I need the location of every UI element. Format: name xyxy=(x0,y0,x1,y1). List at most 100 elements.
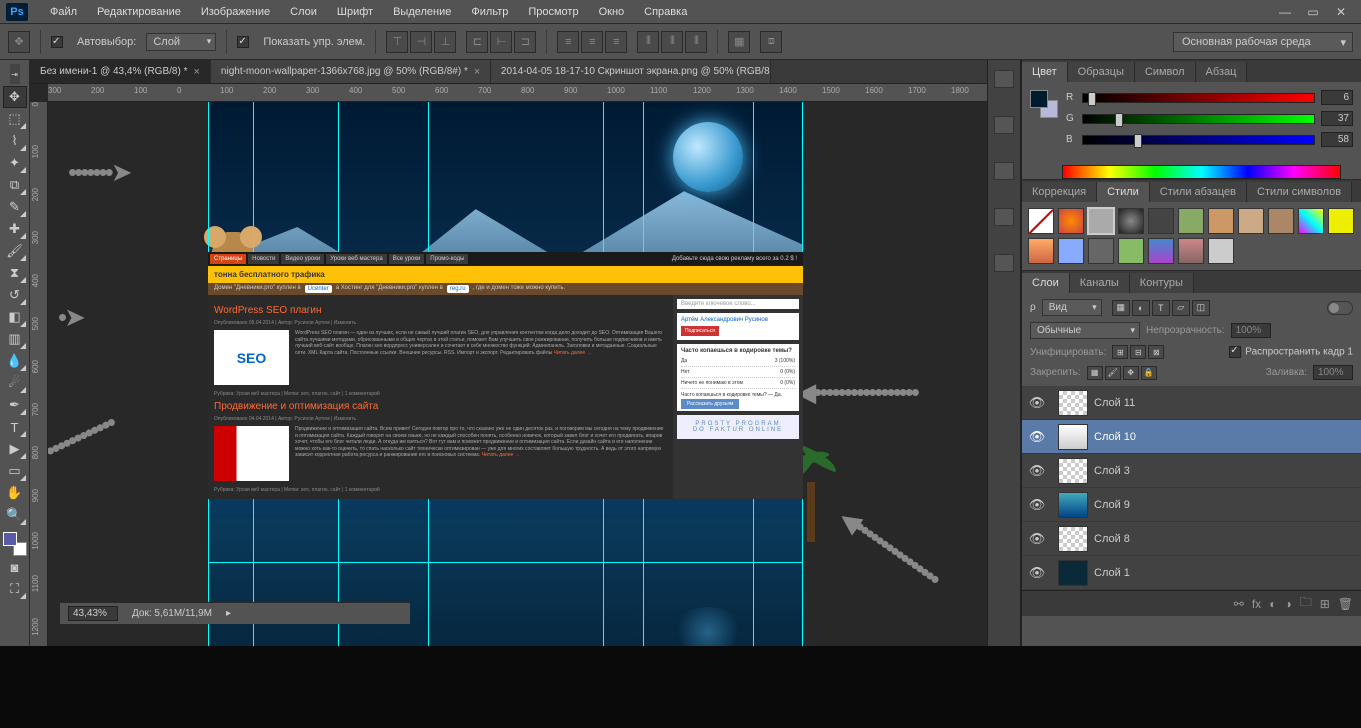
lasso-tool[interactable]: ⌇ xyxy=(3,130,27,152)
tab-layers[interactable]: Слои xyxy=(1022,273,1070,293)
hand-tool[interactable]: ✋ xyxy=(3,482,27,504)
marquee-tool[interactable]: ⬚ xyxy=(3,108,27,130)
history-panel-icon[interactable] xyxy=(994,70,1014,88)
style-swatch[interactable] xyxy=(1328,208,1354,234)
fill-value[interactable]: 100% xyxy=(1313,365,1353,380)
style-swatch[interactable] xyxy=(1088,208,1114,234)
gradient-tool[interactable]: ▥ xyxy=(3,328,27,350)
dist-left-icon[interactable]: ⦀ xyxy=(637,31,659,53)
r-value[interactable]: 6 xyxy=(1321,90,1353,105)
b-slider[interactable] xyxy=(1082,135,1315,145)
filter-type-icon[interactable]: T xyxy=(1152,300,1170,316)
menu-image[interactable]: Изображение xyxy=(191,2,280,22)
tab-color[interactable]: Цвет xyxy=(1022,62,1068,82)
fg-color-swatch[interactable] xyxy=(1030,90,1048,108)
guide[interactable] xyxy=(208,562,803,563)
r-slider[interactable] xyxy=(1082,93,1315,103)
propagate-checkbox[interactable] xyxy=(1229,346,1241,358)
shape-tool[interactable]: ▭ xyxy=(3,460,27,482)
dist-top-icon[interactable]: ≡ xyxy=(557,31,579,53)
zoom-tool[interactable]: 🔍 xyxy=(3,504,27,526)
autoselect-checkbox[interactable] xyxy=(51,36,63,48)
workspace-dropdown[interactable]: Основная рабочая среда xyxy=(1173,32,1353,52)
layer-row[interactable]: 👁 Слой 10 xyxy=(1022,420,1361,454)
layer-row[interactable]: 👁Слой 8 xyxy=(1022,522,1361,556)
close-icon[interactable]: × xyxy=(474,66,480,78)
group-icon[interactable]: 🗀 xyxy=(1300,593,1312,614)
new-layer-icon[interactable]: ⊞ xyxy=(1320,597,1330,611)
document-tab[interactable]: night-moon-wallpaper-1366x768.jpg @ 50% … xyxy=(211,60,491,83)
path-select-tool[interactable]: ▶ xyxy=(3,438,27,460)
style-swatch[interactable] xyxy=(1088,238,1114,264)
lock-pixel-icon[interactable]: 🖌 xyxy=(1105,366,1121,380)
unify-vis-icon[interactable]: ⊟ xyxy=(1130,345,1146,359)
filter-adjust-icon[interactable]: ◐ xyxy=(1132,300,1150,316)
move-tool[interactable]: ✥ xyxy=(3,86,27,108)
move-tool-icon[interactable]: ✥ xyxy=(8,31,30,53)
align-top-icon[interactable]: ⊤ xyxy=(386,31,408,53)
align-right-icon[interactable]: ⊐ xyxy=(514,31,536,53)
filter-toggle[interactable] xyxy=(1327,301,1353,315)
menu-filter[interactable]: Фильтр xyxy=(461,2,518,22)
stamp-tool[interactable]: ⧗ xyxy=(3,262,27,284)
eraser-tool[interactable]: ◧ xyxy=(3,306,27,328)
style-swatch[interactable] xyxy=(1208,238,1234,264)
g-value[interactable]: 37 xyxy=(1321,111,1353,126)
tab-paragraph[interactable]: Абзац xyxy=(1196,62,1248,82)
ruler-horizontal[interactable]: 3002001000100200300400500600700800900100… xyxy=(48,84,987,102)
b-value[interactable]: 58 xyxy=(1321,132,1353,147)
visibility-icon[interactable]: 👁 xyxy=(1022,463,1052,479)
close-button[interactable]: ✕ xyxy=(1327,2,1355,22)
dist-hcenter-icon[interactable]: ⦀ xyxy=(661,31,683,53)
minimize-button[interactable]: — xyxy=(1271,2,1299,22)
style-swatch[interactable] xyxy=(1208,208,1234,234)
tab-char-styles[interactable]: Стили символов xyxy=(1247,182,1352,202)
menu-view[interactable]: Просмотр xyxy=(518,2,588,22)
layer-thumb[interactable] xyxy=(1058,458,1088,484)
toolbox-toggle[interactable]: ⇥ xyxy=(10,64,20,84)
blend-mode-dropdown[interactable]: Обычные xyxy=(1030,322,1140,339)
color-swatches[interactable] xyxy=(3,532,27,556)
actions-panel-icon[interactable] xyxy=(994,116,1014,134)
layer-name[interactable]: Слой 1 xyxy=(1094,567,1361,579)
properties-panel-icon[interactable] xyxy=(994,162,1014,180)
layer-thumb[interactable] xyxy=(1058,560,1088,586)
fx-icon[interactable]: fx xyxy=(1252,597,1261,611)
menu-window[interactable]: Окно xyxy=(589,2,635,22)
layer-thumb[interactable] xyxy=(1058,390,1088,416)
style-swatch[interactable] xyxy=(1148,208,1174,234)
maximize-button[interactable]: ▭ xyxy=(1299,2,1327,22)
lock-trans-icon[interactable]: ▦ xyxy=(1087,366,1103,380)
filter-smart-icon[interactable]: ◫ xyxy=(1192,300,1210,316)
blur-tool[interactable]: 💧 xyxy=(3,350,27,372)
layer-row[interactable]: 👁 Слой 1 xyxy=(1022,556,1361,590)
spectrum-bar[interactable] xyxy=(1062,165,1341,179)
zoom-field[interactable]: 43,43% xyxy=(68,606,118,621)
layer-name[interactable]: Слой 11 xyxy=(1094,397,1361,409)
screenmode-tool[interactable]: ⛶ xyxy=(3,578,27,600)
menu-layer[interactable]: Слои xyxy=(280,2,327,22)
menu-help[interactable]: Справка xyxy=(634,2,697,22)
style-swatch[interactable] xyxy=(1178,238,1204,264)
align-hcenter-icon[interactable]: ⊢ xyxy=(490,31,512,53)
close-icon[interactable]: × xyxy=(193,66,199,78)
style-swatch[interactable] xyxy=(1028,238,1054,264)
type-tool[interactable]: T xyxy=(3,416,27,438)
brush-panel-icon[interactable] xyxy=(994,254,1014,272)
status-menu-icon[interactable]: ▸ xyxy=(226,608,231,619)
layer-thumb[interactable] xyxy=(1058,492,1088,518)
crop-tool[interactable]: ⧉ xyxy=(3,174,27,196)
menu-file[interactable]: Файл xyxy=(40,2,87,22)
style-swatch[interactable] xyxy=(1268,208,1294,234)
tab-channels[interactable]: Каналы xyxy=(1070,273,1130,293)
auto-align-icon[interactable]: ▦ xyxy=(728,31,750,53)
style-swatch[interactable] xyxy=(1298,208,1324,234)
menu-edit[interactable]: Редактирование xyxy=(87,2,191,22)
unify-pos-icon[interactable]: ⊞ xyxy=(1112,345,1128,359)
layer-name[interactable]: Слой 10 xyxy=(1094,431,1361,443)
layer-row[interactable]: 👁 Слой 3 xyxy=(1022,454,1361,488)
layer-name[interactable]: Слой 3 xyxy=(1094,465,1361,477)
visibility-icon[interactable]: 👁 xyxy=(1022,429,1052,445)
style-swatch[interactable] xyxy=(1058,208,1084,234)
visibility-icon[interactable]: 👁 xyxy=(1022,565,1052,581)
